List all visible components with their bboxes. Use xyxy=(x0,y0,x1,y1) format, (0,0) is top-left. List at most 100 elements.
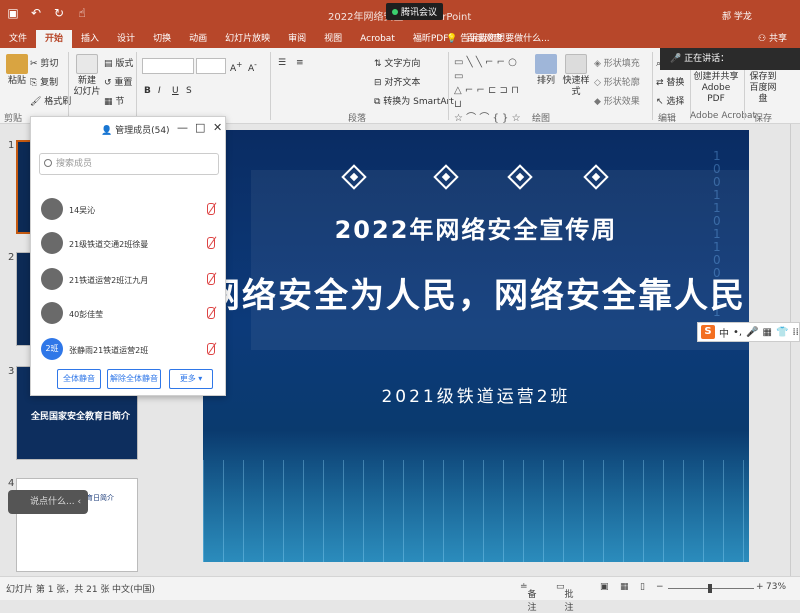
shape-fill-button[interactable]: ◈ 形状填充 xyxy=(594,56,640,69)
quick-styles-button[interactable]: 快速样式 xyxy=(560,54,592,98)
shapes-gallery[interactable]: ▭ ╲ ╲ ⌐ ⌐ ○ ▭△ ⌐ ⌐ ⊏ ⊐ ⊓ ⊔☆ ⌒ ⌒ { } ☆ ▾ xyxy=(454,56,528,138)
format-painter-button[interactable]: 🖌 格式刷 xyxy=(30,94,71,107)
paste-icon xyxy=(6,54,28,74)
tab-insert[interactable]: 插入 xyxy=(72,30,108,48)
align-text-button[interactable]: ⊟ 对齐文本 xyxy=(374,75,420,88)
slide-sorter-icon[interactable]: ▦ xyxy=(620,582,629,592)
tab-file[interactable]: 文件 xyxy=(0,30,36,48)
member-item[interactable]: 2班 张静雨21铁道运营2班 xyxy=(39,337,219,363)
speech-input[interactable]: 说点什么... ‹ xyxy=(8,490,88,514)
meeting-indicator[interactable]: 腾讯会议 xyxy=(386,3,444,20)
toolbox-icon[interactable]: ⁞⁞ xyxy=(792,327,798,338)
select-button[interactable]: ↖ 选择 xyxy=(656,94,684,107)
text-direction-button[interactable]: ⇅ 文字方向 xyxy=(374,56,420,69)
replace-button[interactable]: ⇄ 替换 xyxy=(656,75,684,88)
muted-mic-icon[interactable] xyxy=(207,237,215,249)
editing-group-label: 编辑 xyxy=(658,114,677,124)
numbering-icon[interactable]: ≡ xyxy=(296,58,304,68)
tab-home[interactable]: 开始 xyxy=(36,30,73,48)
share-button[interactable]: ⚇ 共享 xyxy=(758,30,787,48)
sogou-logo-icon: S xyxy=(701,325,715,339)
panel-title: 👤 管理成员(54) xyxy=(101,126,170,136)
member-item[interactable]: 21级铁道交通2班徐曼 xyxy=(39,231,219,257)
save-group-label: 保存 xyxy=(754,114,773,124)
skin-icon[interactable]: 👕 xyxy=(776,327,788,338)
slide-year-title[interactable]: 2022年网络安全宣传周 xyxy=(203,210,749,245)
minimize-icon[interactable]: — xyxy=(177,121,188,134)
tab-design[interactable]: 设计 xyxy=(108,30,144,48)
save-to-baidu-button[interactable]: 保存到 百度网盘 xyxy=(746,72,780,105)
voice-icon[interactable]: 🎤 xyxy=(746,327,758,338)
shape-outline-button[interactable]: ◇ 形状轮廓 xyxy=(594,75,640,88)
ime-toolbar[interactable]: S 中 •, 🎤 ▦ 👕 ⁞⁞ xyxy=(697,322,800,342)
reading-view-icon[interactable]: ▯ xyxy=(640,582,645,592)
tab-animations[interactable]: 动画 xyxy=(180,30,216,48)
font-grow-icon[interactable]: A+ xyxy=(230,60,242,74)
keyboard-icon[interactable]: ▦ xyxy=(763,327,772,338)
member-search-input[interactable]: 搜索成员 xyxy=(39,153,219,175)
save-icon[interactable]: ▣ xyxy=(6,6,20,20)
new-slide-button[interactable]: 新建 幻灯片 xyxy=(72,54,102,98)
slide-main-title[interactable]: 网络安全为人民，网络安全靠人民 xyxy=(203,268,749,317)
muted-mic-icon[interactable] xyxy=(207,307,215,319)
muted-mic-icon[interactable] xyxy=(207,273,215,285)
bullets-icon[interactable]: ☰ xyxy=(278,58,286,68)
undo-icon[interactable]: ↶ xyxy=(29,6,43,20)
layout-button[interactable]: ▤ 版式 xyxy=(104,56,133,69)
zoom-slider-handle[interactable] xyxy=(708,584,712,593)
notes-button[interactable]: ≐ 备注 xyxy=(520,582,537,613)
shape-effects-button[interactable]: ◆ 形状效果 xyxy=(594,94,640,107)
tab-transitions[interactable]: 切换 xyxy=(144,30,180,48)
member-item[interactable]: 21铁道运营2班江九月 xyxy=(39,267,219,293)
muted-mic-icon[interactable] xyxy=(207,203,215,215)
tell-me-search[interactable]: 💡 告诉我您想要做什么... xyxy=(446,30,550,48)
font-name-dropdown[interactable] xyxy=(142,58,194,74)
tab-acrobat[interactable]: Acrobat xyxy=(351,30,404,48)
user-name[interactable]: 郝 学龙 xyxy=(722,9,752,22)
smartart-button[interactable]: ⧉ 转换为 SmartArt xyxy=(374,94,454,107)
zoom-level[interactable]: 73% xyxy=(766,582,786,592)
mute-all-button[interactable]: 全体静音 xyxy=(57,369,101,389)
close-icon[interactable]: ✕ xyxy=(213,121,222,134)
cut-button[interactable]: ✂ 剪切 xyxy=(30,56,58,69)
maximize-icon[interactable]: □ xyxy=(195,121,205,134)
redo-icon[interactable]: ↻ xyxy=(52,6,66,20)
member-name: 张静雨21铁道运营2班 xyxy=(69,346,149,355)
bold-button[interactable]: B xyxy=(144,86,151,96)
reset-button[interactable]: ↺ 重置 xyxy=(104,75,132,88)
member-item[interactable]: 14吴沁 xyxy=(39,197,219,223)
drawing-group-label: 绘图 xyxy=(532,114,551,124)
avatar xyxy=(41,198,63,220)
underline-button[interactable]: U xyxy=(172,86,179,96)
thumbnail-number: 4 xyxy=(8,478,15,489)
more-button[interactable]: 更多 ▾ xyxy=(169,369,213,389)
muted-mic-icon[interactable] xyxy=(207,343,215,355)
strikethrough-button[interactable]: S xyxy=(186,86,192,96)
tab-view[interactable]: 视图 xyxy=(315,30,351,48)
title-bar: ▣ ↶ ↻ ☝ 2022年网络安全... PowerPoint 腾讯会议 郝 学… xyxy=(0,0,800,30)
paste-button[interactable]: 粘贴 xyxy=(4,54,30,87)
tab-slideshow[interactable]: 幻灯片放映 xyxy=(216,30,279,48)
create-pdf-button[interactable]: 创建并共享 Adobe PDF xyxy=(692,72,740,105)
zoom-in-icon[interactable]: + xyxy=(756,582,764,592)
arrange-button[interactable]: 排列 xyxy=(532,54,560,87)
current-slide[interactable]: 1001101100111 2022年网络安全宣传周 网络安全为人民，网络安全靠… xyxy=(203,130,749,562)
vertical-scrollbar[interactable] xyxy=(790,124,800,576)
punctuation-icon[interactable]: •, xyxy=(733,327,742,338)
touch-icon[interactable]: ☝ xyxy=(75,6,89,20)
zoom-out-icon[interactable]: − xyxy=(656,582,664,592)
comments-button[interactable]: ▭ 批注 xyxy=(556,582,574,613)
font-size-dropdown[interactable] xyxy=(196,58,226,74)
arrange-icon xyxy=(535,54,557,74)
italic-button[interactable]: I xyxy=(158,86,161,96)
tab-review[interactable]: 审阅 xyxy=(279,30,315,48)
member-item[interactable]: 40彭佳莹 xyxy=(39,301,219,327)
section-button[interactable]: ▦ 节 xyxy=(104,94,124,107)
font-shrink-icon[interactable]: A- xyxy=(248,60,257,74)
language[interactable]: 中文(中国) xyxy=(112,582,155,595)
slide-class-name[interactable]: 2021级铁道运营2班 xyxy=(203,382,749,407)
unmute-all-button[interactable]: 解除全体静音 xyxy=(107,369,161,389)
copy-button[interactable]: ⎘ 复制 xyxy=(30,75,58,88)
ime-mode[interactable]: 中 xyxy=(719,325,729,340)
normal-view-icon[interactable]: ▣ xyxy=(600,582,609,592)
